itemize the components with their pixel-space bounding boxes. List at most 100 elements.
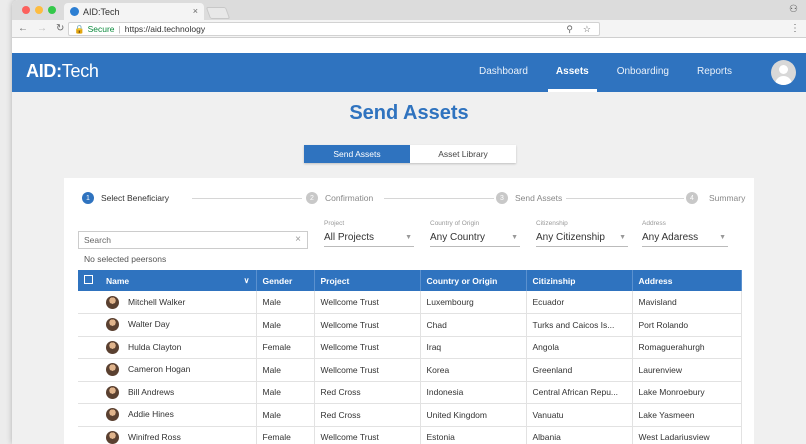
row-checkbox-cell[interactable]: [78, 313, 100, 337]
cell-text: Bill Andrews: [128, 386, 175, 397]
stepper: 1 Select Beneficiary 2 Confirmation 3 Se…: [82, 192, 746, 206]
table-row[interactable]: Bill Andrews Male Red Cross Indonesia Centra…: [78, 381, 742, 404]
tab-close-icon[interactable]: ×: [193, 6, 198, 16]
address-select[interactable]: Address Any Adaress ▼: [642, 220, 728, 247]
table-cell: Cameron Hogan: [100, 358, 257, 382]
lock-icon: 🔒: [74, 23, 85, 34]
table-cell: Wellcome Trust: [314, 426, 421, 444]
table-row[interactable]: Addie Hines Male Red Cross United Kingdom Va…: [78, 403, 742, 427]
minimize-window-button[interactable]: [35, 6, 43, 14]
menu-kebab-icon[interactable]: ⋮: [790, 23, 800, 34]
maximize-window-button[interactable]: [48, 6, 56, 14]
cell-text: Lake Monroebury: [638, 387, 705, 398]
row-checkbox-cell[interactable]: [78, 403, 100, 427]
search-input[interactable]: Search ×: [78, 231, 308, 249]
cell-text: Cameron Hogan: [128, 364, 191, 374]
step-label: Summary: [709, 193, 746, 203]
table-cell: Male: [256, 358, 315, 382]
step-confirmation[interactable]: 2 Confirmation: [306, 192, 374, 204]
cell-text: United Kingdom: [426, 409, 487, 420]
table-cell: Bill Andrews: [100, 381, 257, 404]
star-icon[interactable]: ☆: [583, 24, 591, 35]
nav-assets[interactable]: Assets: [542, 53, 603, 92]
table-cell: Mitchell Walker: [100, 291, 257, 314]
clear-icon[interactable]: ×: [295, 234, 301, 245]
cell-text: Mavisland: [638, 297, 677, 307]
step-connector: [192, 198, 302, 199]
select-all-checkbox[interactable]: [78, 270, 100, 291]
browser-tab[interactable]: AID:Tech ×: [64, 3, 204, 20]
browser-window: AID:Tech × ⚇ ← → ↻ 🔒 Secure | https://ai…: [12, 0, 806, 444]
table-row[interactable]: Winifred Ross Female Wellcome Trust Estonia…: [78, 426, 742, 444]
step-summary[interactable]: 4 Summary: [686, 192, 746, 204]
nav-onboarding[interactable]: Onboarding: [603, 53, 683, 92]
step-select-beneficiary[interactable]: 1 Select Beneficiary: [82, 192, 170, 204]
tab-asset-library[interactable]: Asset Library: [410, 145, 516, 163]
row-checkbox-cell[interactable]: [78, 336, 100, 359]
avatar: [106, 430, 119, 444]
avatar: [106, 363, 119, 377]
table-cell: Addie Hines: [100, 403, 257, 427]
row-checkbox-cell[interactable]: [78, 291, 100, 314]
cell-text: Estonia: [426, 432, 455, 443]
beneficiary-table: Name ∨ Gender Project Country or Origin C…: [78, 270, 742, 444]
search-icon[interactable]: ⚲: [566, 24, 573, 35]
table-row[interactable]: Hulda Clayton Female Wellcome Trust Iraq Ang…: [78, 336, 742, 359]
row-checkbox-cell[interactable]: [78, 381, 100, 404]
col-citizenship[interactable]: Citizinship: [526, 270, 633, 291]
table-row[interactable]: Cameron Hogan Male Wellcome Trust Korea Gree…: [78, 358, 742, 382]
table-row[interactable]: Walter Day Male Wellcome Trust Chad Turks an…: [78, 313, 742, 337]
country-value: Any Country: [430, 232, 486, 243]
step-connector: [384, 198, 494, 199]
chevron-down-icon: ▼: [405, 234, 412, 241]
col-country[interactable]: Country or Origin: [420, 270, 527, 291]
close-window-button[interactable]: [22, 6, 30, 14]
table-cell: Albania: [526, 426, 633, 444]
table-cell: Wellcome Trust: [314, 291, 421, 314]
nav-dashboard[interactable]: Dashboard: [465, 53, 542, 92]
country-label: Country of Origin: [430, 220, 480, 227]
table-cell: Male: [256, 381, 315, 404]
new-tab-button[interactable]: [205, 7, 231, 19]
address-bar[interactable]: 🔒 Secure | https://aid.technology ⚲ ☆: [68, 22, 600, 36]
col-name[interactable]: Name ∨: [100, 270, 257, 291]
favicon-icon: [70, 7, 79, 16]
beneficiary-panel: 1 Select Beneficiary 2 Confirmation 3 Se…: [64, 178, 754, 444]
logo[interactable]: AID:Tech: [26, 61, 99, 82]
reload-icon[interactable]: ↻: [56, 23, 64, 34]
table-cell: Laurenview: [632, 358, 742, 382]
cell-text: Korea: [426, 364, 450, 375]
step-send-assets[interactable]: 3 Send Assets: [496, 192, 563, 204]
col-address[interactable]: Address: [632, 270, 742, 291]
project-select[interactable]: Project All Projects ▼: [324, 220, 414, 247]
table-cell: Greenland: [526, 358, 633, 382]
citizenship-select[interactable]: Citizenship Any Citizenship ▼: [536, 220, 628, 247]
country-select[interactable]: Country of Origin Any Country ▼: [430, 220, 520, 247]
cell-text: Port Rolando: [638, 319, 689, 330]
forward-icon[interactable]: →: [37, 23, 47, 34]
row-checkbox-cell[interactable]: [78, 426, 100, 444]
table-cell: Male: [256, 291, 315, 314]
tab-strip: AID:Tech × ⚇: [12, 0, 806, 20]
tab-send-assets[interactable]: Send Assets: [304, 145, 410, 163]
cell-text: West Ladariusview: [638, 432, 710, 443]
col-project[interactable]: Project: [314, 270, 421, 291]
row-checkbox-cell[interactable]: [78, 358, 100, 382]
chevron-down-icon[interactable]: ∨: [244, 276, 250, 285]
table-cell: Romaguerahurgh: [632, 336, 742, 359]
table-row[interactable]: Mitchell Walker Male Wellcome Trust Luxembo…: [78, 291, 742, 314]
omnibox-icons: ⚲ ☆: [566, 24, 591, 35]
cell-text: Male: [262, 409, 281, 420]
back-icon[interactable]: ←: [18, 23, 28, 34]
table-cell: Lake Yasmeen: [632, 403, 742, 427]
avatar[interactable]: [771, 60, 796, 85]
col-gender[interactable]: Gender: [256, 270, 315, 291]
table-cell: Korea: [420, 358, 527, 382]
step-number: 2: [306, 192, 318, 204]
nav-reports[interactable]: Reports: [683, 53, 746, 92]
secure-label: Secure: [87, 24, 115, 34]
avatar: [106, 340, 119, 354]
table-cell: Port Rolando: [632, 313, 742, 337]
page-title: Send Assets: [349, 102, 469, 124]
profile-icon[interactable]: ⚇: [789, 4, 798, 15]
